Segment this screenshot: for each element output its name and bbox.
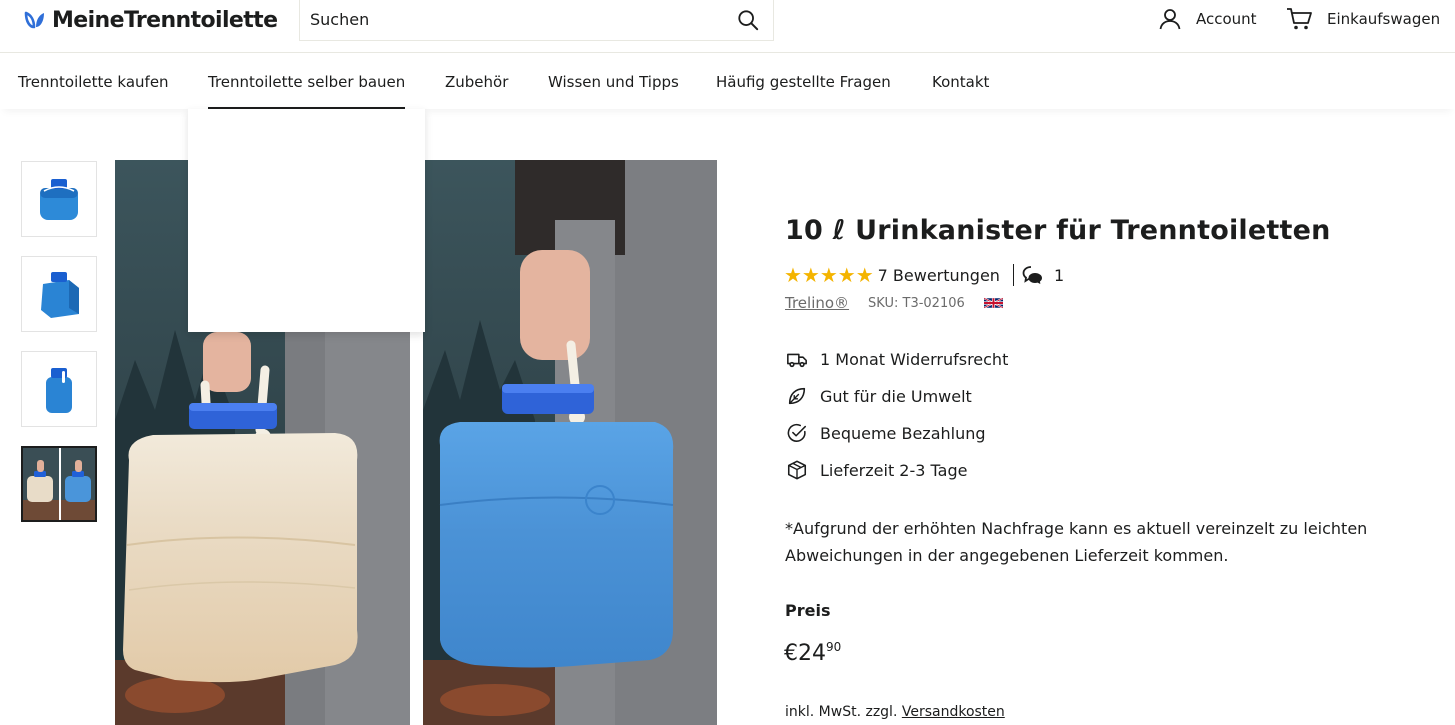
nav-item-zubehoer[interactable]: Zubehör xyxy=(445,54,508,109)
nav-item-faq[interactable]: Häufig gestellte Fragen xyxy=(716,54,891,109)
main-navigation: Trenntoilette kaufen Trenntoilette selbe… xyxy=(0,54,1455,109)
logo-text: MeineTrenntoilette xyxy=(52,7,278,33)
cart-label: Einkaufswagen xyxy=(1327,10,1441,28)
account-label: Account xyxy=(1196,10,1257,28)
reviews-count: 7 Bewertungen xyxy=(877,265,1000,285)
feature-label: Bequeme Bezahlung xyxy=(820,423,986,443)
nav-dropdown-menu xyxy=(188,109,425,332)
cart-link[interactable]: Einkaufswagen xyxy=(1286,6,1440,32)
tax-text: inkl. MwSt. zzgl. xyxy=(785,704,898,720)
top-header: MeineTrenntoilette Account Einkaufswagen xyxy=(0,0,1455,53)
product-title: 10 ℓ Urinkanister für Trenntoiletten xyxy=(785,215,1331,246)
feature-label: Gut für die Umwelt xyxy=(820,386,972,406)
canister-image xyxy=(41,272,79,318)
user-icon xyxy=(1159,9,1181,30)
questions-count: 1 xyxy=(1053,265,1065,285)
nav-item-kontakt[interactable]: Kontakt xyxy=(932,54,989,109)
product-price: €2490 xyxy=(784,640,841,666)
rating-stars: ★★★★★ xyxy=(784,263,874,287)
question-chat-icon xyxy=(1022,266,1042,284)
price-label: Preis xyxy=(785,601,831,620)
truck-icon xyxy=(787,353,807,368)
leaf-logo-icon xyxy=(24,11,44,29)
feature-label: 1 Monat Widerrufsrecht xyxy=(820,349,1009,369)
rating-summary[interactable]: ★★★★★ 7 Bewertungen 1 xyxy=(784,263,1065,287)
site-logo[interactable]: MeineTrenntoilette xyxy=(23,6,278,34)
account-link[interactable]: Account xyxy=(1158,6,1257,32)
product-sku: SKU: T3-02106 xyxy=(868,295,965,311)
leaf-icon xyxy=(788,387,806,405)
product-thumbnail-1[interactable] xyxy=(21,161,97,237)
nav-item-wissen-und-tipps[interactable]: Wissen und Tipps xyxy=(548,54,679,109)
product-thumbnail-3[interactable] xyxy=(21,351,97,427)
search-button[interactable] xyxy=(723,0,773,40)
comparison-image xyxy=(23,448,95,520)
feature-eco: Gut für die Umwelt xyxy=(786,384,972,408)
search-input[interactable] xyxy=(300,10,723,29)
vendor-link[interactable]: Trelino® xyxy=(785,294,849,312)
search-bar xyxy=(299,0,774,41)
rating-divider xyxy=(1012,264,1014,286)
check-badge-icon xyxy=(787,423,807,442)
cart-icon xyxy=(1287,8,1312,30)
delivery-notice: *Aufgrund der erhöhten Nachfrage kann es… xyxy=(785,519,1368,565)
tax-info: inkl. MwSt. zzgl. Versandkosten xyxy=(785,704,1005,720)
feature-return-policy: 1 Monat Widerrufsrecht xyxy=(786,347,1008,371)
price-main: €24 xyxy=(784,641,826,666)
search-icon xyxy=(738,9,759,30)
nav-item-trenntoilette-selber-bauen[interactable]: Trenntoilette selber bauen xyxy=(208,54,405,109)
canister-image xyxy=(40,179,78,220)
product-meta: Trelino® SKU: T3-02106 xyxy=(785,293,1003,313)
price-cents: 90 xyxy=(826,640,842,654)
product-thumbnail-2[interactable] xyxy=(21,256,97,332)
canister-image xyxy=(46,368,72,413)
feature-delivery-time: Lieferzeit 2-3 Tage xyxy=(786,458,967,482)
box-icon xyxy=(787,460,807,480)
uk-flag-icon xyxy=(983,297,1003,309)
shipping-cost-link[interactable]: Versandkosten xyxy=(902,704,1005,720)
nav-item-trenntoilette-kaufen[interactable]: Trenntoilette kaufen xyxy=(18,54,169,109)
feature-payment: Bequeme Bezahlung xyxy=(786,421,986,445)
feature-label: Lieferzeit 2-3 Tage xyxy=(820,460,968,480)
product-thumbnail-4[interactable] xyxy=(21,446,97,522)
